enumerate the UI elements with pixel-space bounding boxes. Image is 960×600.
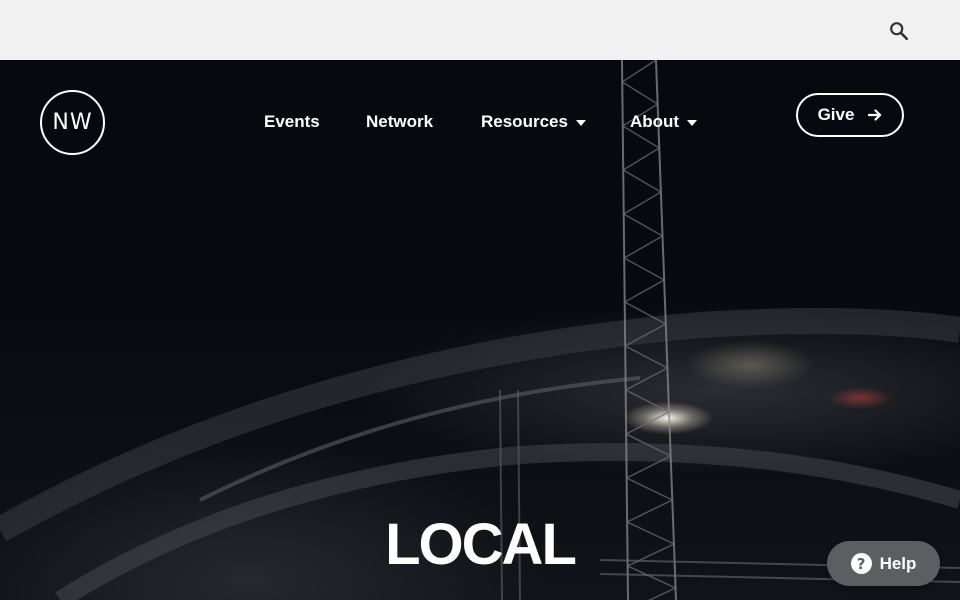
- give-button[interactable]: Give: [796, 93, 904, 137]
- nav-item-label: Network: [366, 112, 434, 131]
- truss-strut: [623, 235, 663, 259]
- main-navigation: NW Events Network Resources About Give: [0, 60, 960, 180]
- nav-item-network[interactable]: Network: [366, 112, 433, 132]
- nav-item-label: Resources: [481, 112, 568, 131]
- truss-strut: [626, 477, 673, 501]
- question-mark-icon: ?: [850, 553, 872, 574]
- hero-title: LOCAL: [385, 512, 577, 577]
- truss-strut: [623, 191, 662, 215]
- nav-item-label: Events: [264, 112, 320, 131]
- search-icon: [890, 22, 909, 41]
- arrow-right-icon: [868, 109, 882, 121]
- chevron-down-icon: [575, 119, 586, 126]
- truss-strut: [624, 279, 665, 303]
- nav-item-events[interactable]: Events: [264, 112, 320, 132]
- help-label: Help: [879, 553, 917, 573]
- search-button[interactable]: [884, 16, 914, 46]
- truss-strut: [647, 587, 676, 600]
- nav-item-label: About: [630, 112, 680, 131]
- truss-strut: [623, 257, 665, 281]
- nav-item-about[interactable]: About: [630, 112, 698, 132]
- truss-strut: [625, 411, 670, 435]
- truss-strut: [624, 345, 668, 369]
- truss-strut: [625, 389, 670, 413]
- site-logo[interactable]: NW: [40, 90, 105, 155]
- utility-bar: [0, 0, 960, 60]
- logo-text: NW: [52, 110, 93, 135]
- truss-strut: [623, 213, 663, 237]
- chevron-down-icon: [687, 119, 698, 126]
- nav-item-resources[interactable]: Resources: [481, 112, 586, 132]
- help-button[interactable]: ? Help: [827, 541, 940, 586]
- give-label: Give: [817, 105, 855, 124]
